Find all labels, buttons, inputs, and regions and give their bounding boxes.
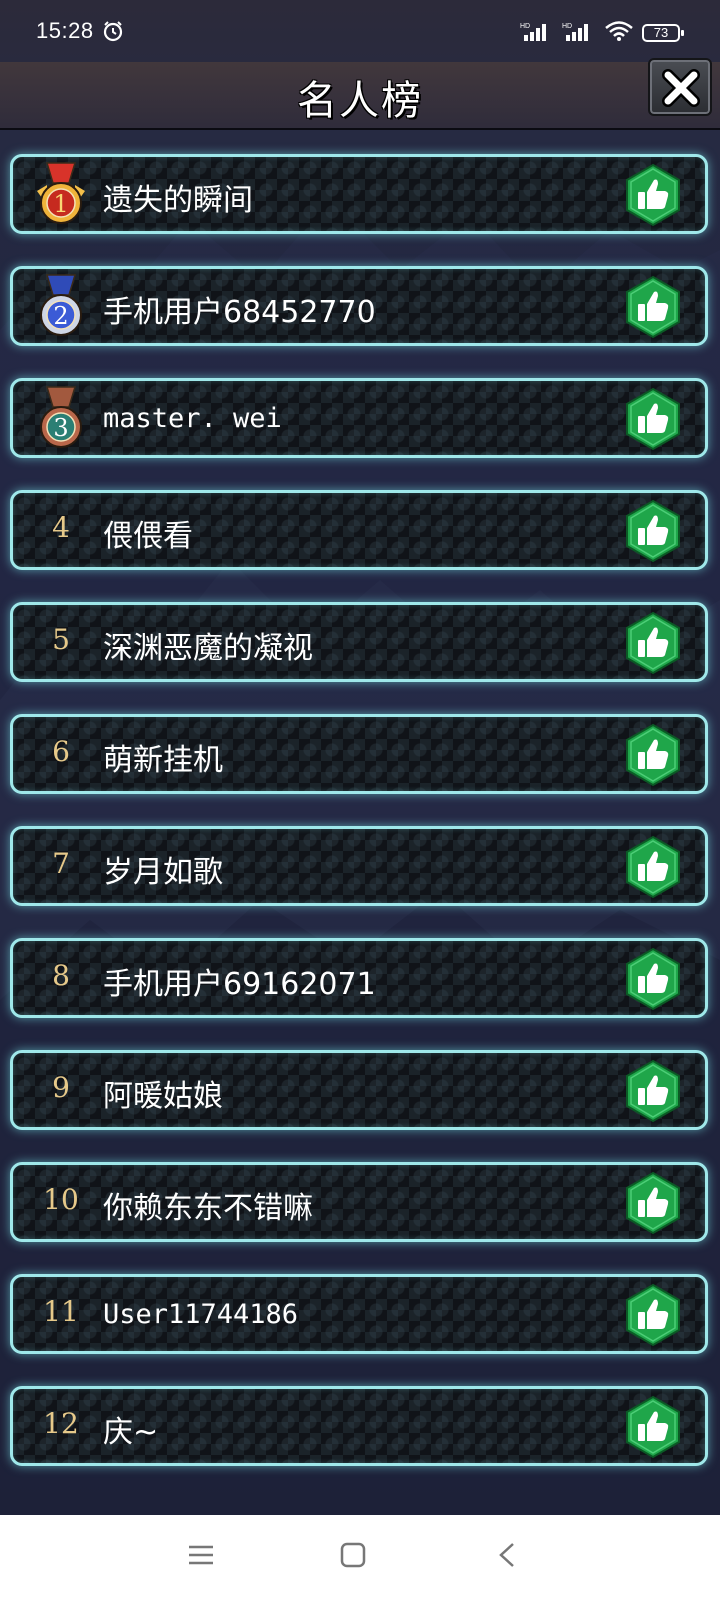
leaderboard-row: 5 深渊恶魔的凝视: [10, 602, 708, 682]
player-name: 庆~: [103, 1415, 159, 1450]
back-icon[interactable]: [496, 1542, 518, 1572]
thumbs-up-icon[interactable]: [623, 1283, 683, 1347]
rank-number: 5: [52, 623, 70, 656]
wifi-icon: [604, 20, 634, 46]
leaderboard-row: 8 手机用户69162071: [10, 938, 708, 1018]
thumbs-up-icon[interactable]: [623, 275, 683, 339]
hd-signal-icon: HD: [562, 21, 596, 45]
thumbs-up-icon[interactable]: [623, 611, 683, 675]
leaderboard-row: 11 User11744186: [10, 1274, 708, 1354]
thumbs-up-icon[interactable]: [623, 499, 683, 563]
svg-text:HD: HD: [562, 23, 572, 30]
gold-medal-icon: 1: [33, 161, 89, 229]
player-name: 萌新挂机: [103, 743, 223, 778]
leaderboard-row: 10 你赖东东不错嘛: [10, 1162, 708, 1242]
svg-text:3: 3: [53, 414, 68, 442]
thumbs-up-icon[interactable]: [623, 387, 683, 451]
rank-number: 9: [52, 1071, 70, 1104]
rank-number: 12: [43, 1407, 79, 1440]
svg-text:2: 2: [53, 302, 68, 330]
menu-icon[interactable]: [188, 1542, 214, 1572]
bronze-medal-icon: 3: [33, 385, 89, 453]
thumbs-up-icon[interactable]: [623, 1059, 683, 1123]
thumbs-up-icon[interactable]: [623, 1395, 683, 1459]
player-name: 手机用户69162071: [103, 967, 376, 1002]
alarm-icon: [102, 20, 124, 46]
status-time: 15:28: [36, 18, 94, 43]
leaderboard-row: 4 偎偎看: [10, 490, 708, 570]
rank-number: 8: [52, 959, 70, 992]
player-name: 手机用户68452770: [103, 295, 376, 330]
svg-text:1: 1: [53, 190, 68, 218]
leaderboard-row: 9 阿暖姑娘: [10, 1050, 708, 1130]
rank-number: 7: [52, 847, 70, 880]
page-title: 名人榜: [297, 78, 423, 124]
rank-number: 10: [43, 1183, 79, 1216]
home-icon[interactable]: [340, 1542, 366, 1572]
silver-medal-icon: 2: [33, 273, 89, 341]
system-nav-bar: [0, 1515, 720, 1600]
close-button[interactable]: [648, 58, 712, 116]
header-bar: 名人榜: [0, 58, 720, 130]
leaderboard-row: 7 岁月如歌: [10, 826, 708, 906]
thumbs-up-icon[interactable]: [623, 723, 683, 787]
rank-number: 11: [43, 1295, 79, 1328]
player-name: master. wei: [103, 403, 282, 434]
leaderboard-row: 3 master. wei: [10, 378, 708, 458]
thumbs-up-icon[interactable]: [623, 947, 683, 1011]
close-icon: [662, 69, 700, 107]
leaderboard-row: 6 萌新挂机: [10, 714, 708, 794]
player-name: 遗失的瞬间: [103, 183, 253, 218]
thumbs-up-icon[interactable]: [623, 163, 683, 227]
rank-number: 6: [52, 735, 70, 768]
hd-signal-icon: HD: [520, 21, 554, 45]
battery-icon: 73: [642, 24, 684, 42]
player-name: 你赖东东不错嘛: [103, 1191, 313, 1226]
player-name: 阿暖姑娘: [103, 1079, 223, 1114]
leaderboard-row: 12 庆~: [10, 1386, 708, 1466]
player-name: 偎偎看: [103, 519, 193, 554]
rank-number: 4: [52, 511, 70, 544]
player-name: 深渊恶魔的凝视: [103, 631, 313, 666]
thumbs-up-icon[interactable]: [623, 835, 683, 899]
svg-text:HD: HD: [520, 23, 530, 30]
leaderboard-row: 1 遗失的瞬间: [10, 154, 708, 234]
status-bar: 15:28 HD HD 73: [0, 0, 720, 62]
leaderboard-row: 2 手机用户68452770: [10, 266, 708, 346]
thumbs-up-icon[interactable]: [623, 1171, 683, 1235]
player-name: User11744186: [103, 1299, 299, 1330]
player-name: 岁月如歌: [103, 855, 223, 890]
